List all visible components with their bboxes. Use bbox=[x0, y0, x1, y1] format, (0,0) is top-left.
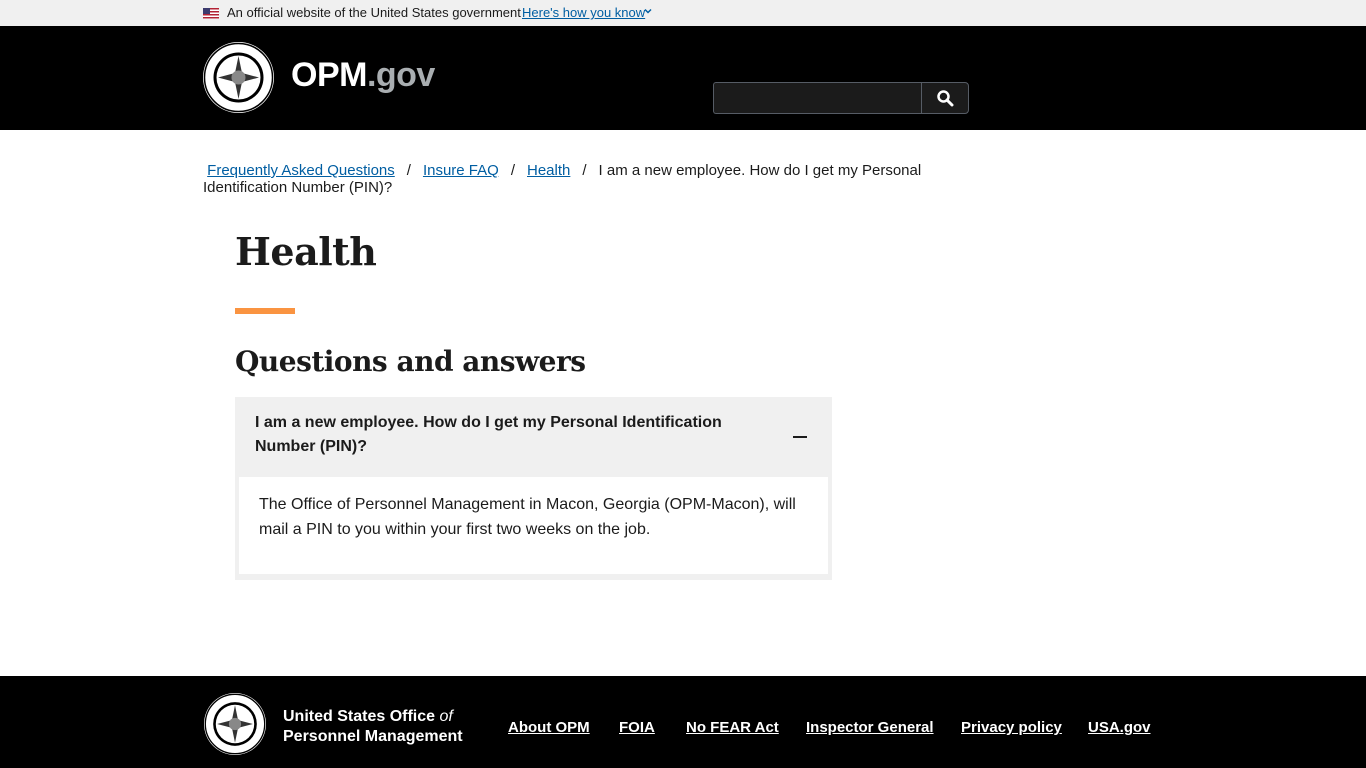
site-header: OPM.gov bbox=[0, 26, 1366, 130]
search-input[interactable] bbox=[713, 82, 922, 114]
breadcrumb-link-insure-faq[interactable]: Insure FAQ bbox=[423, 162, 499, 179]
footer-link-inspector-general[interactable]: Inspector General bbox=[806, 719, 934, 736]
agency-of: of bbox=[439, 708, 453, 725]
accordion-answer: The Office of Personnel Management in Ma… bbox=[259, 496, 796, 538]
footer-link-about-opm[interactable]: About OPM bbox=[508, 719, 590, 736]
heres-how-you-know-link[interactable]: Here's how you know bbox=[522, 5, 645, 20]
breadcrumb-separator: / bbox=[510, 162, 515, 179]
search-icon bbox=[937, 90, 954, 107]
breadcrumb-separator: / bbox=[406, 162, 411, 179]
site-name: OPM bbox=[291, 56, 367, 94]
minus-icon[interactable] bbox=[793, 436, 807, 438]
breadcrumb-link-health[interactable]: Health bbox=[527, 162, 570, 179]
agency-line2: Personnel Management bbox=[283, 728, 463, 745]
search-button[interactable] bbox=[921, 82, 969, 114]
seal-icon bbox=[204, 693, 266, 755]
agency-name: United States Office of Personnel Manage… bbox=[283, 707, 463, 747]
footer-link-privacy-policy[interactable]: Privacy policy bbox=[961, 719, 1062, 736]
chevron-down-icon[interactable] bbox=[643, 6, 653, 16]
breadcrumb-link-faq[interactable]: Frequently Asked Questions bbox=[207, 162, 395, 179]
footer-opm-seal-logo[interactable] bbox=[204, 693, 266, 755]
opm-seal-logo[interactable] bbox=[203, 42, 274, 113]
us-flag-icon bbox=[203, 8, 219, 19]
page-title: Health bbox=[235, 229, 377, 274]
site-title[interactable]: OPM.gov bbox=[291, 56, 435, 95]
accent-divider bbox=[235, 308, 295, 314]
gov-banner-text: An official website of the United States… bbox=[227, 5, 521, 20]
site-suffix: .gov bbox=[366, 56, 435, 94]
seal-icon bbox=[203, 42, 274, 113]
site-footer: United States Office of Personnel Manage… bbox=[0, 676, 1366, 768]
agency-line1: United States Office bbox=[283, 708, 440, 725]
footer-link-no-fear-act[interactable]: No FEAR Act bbox=[686, 719, 779, 736]
breadcrumb-separator: / bbox=[582, 162, 587, 179]
breadcrumb: Frequently Asked Questions / Insure FAQ / He… bbox=[203, 162, 943, 196]
accordion-question: I am a new employee. How do I get my Per… bbox=[255, 414, 722, 455]
gov-banner: An official website of the United States… bbox=[0, 0, 1366, 26]
footer-link-usa-gov[interactable]: USA.gov bbox=[1088, 719, 1151, 736]
faq-accordion: I am a new employee. How do I get my Per… bbox=[235, 397, 832, 580]
accordion-content: The Office of Personnel Management in Ma… bbox=[239, 477, 828, 574]
section-title: Questions and answers bbox=[235, 345, 586, 378]
footer-link-foia[interactable]: FOIA bbox=[619, 719, 655, 736]
accordion-toggle-button[interactable]: I am a new employee. How do I get my Per… bbox=[235, 397, 832, 477]
